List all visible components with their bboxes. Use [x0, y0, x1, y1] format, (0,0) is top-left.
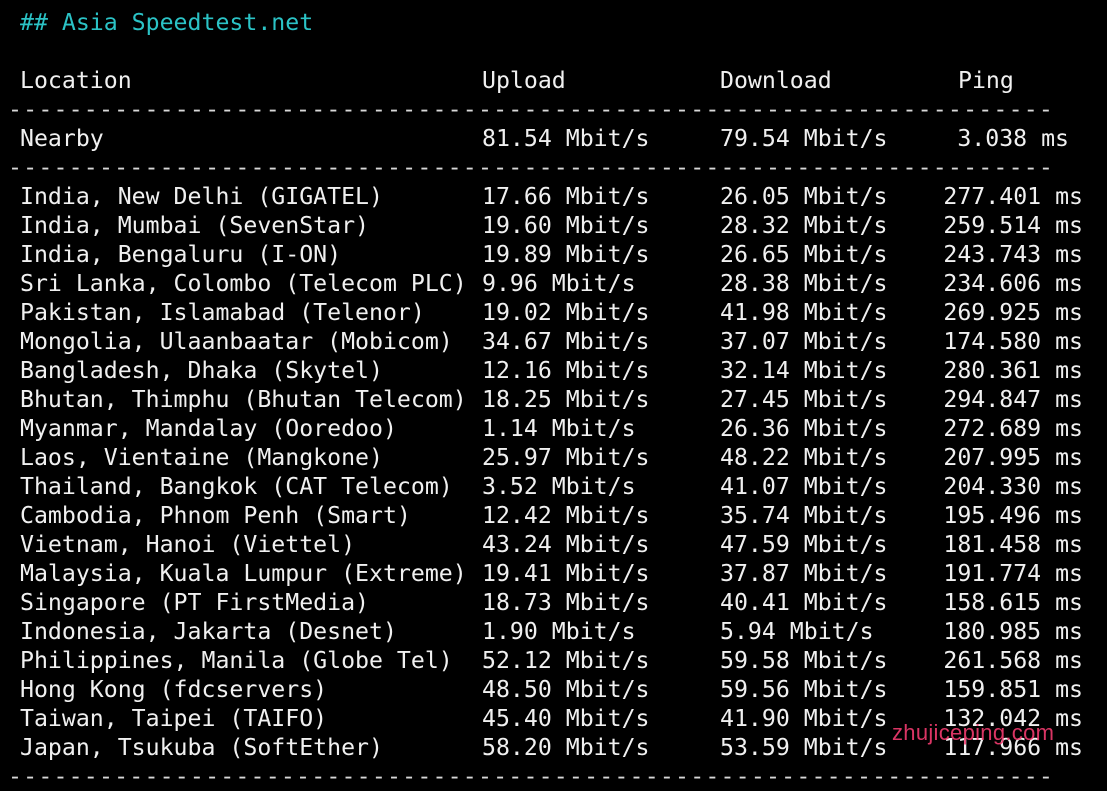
column-header-upload: Upload [482, 67, 566, 94]
row-download: 26.05 Mbit/s [720, 183, 888, 210]
row-upload: 18.73 Mbit/s [482, 589, 650, 616]
row-upload: 45.40 Mbit/s [482, 705, 650, 732]
row-download: 53.59 Mbit/s [720, 734, 888, 761]
separator-top: ----------------------------------------… [8, 96, 1058, 123]
row-location: Myanmar, Mandalay (Ooredoo) [20, 415, 397, 442]
row-download: 26.65 Mbit/s [720, 241, 888, 268]
row-upload: 58.20 Mbit/s [482, 734, 650, 761]
row-ping: 174.580 ms [943, 328, 1083, 355]
row-location: Thailand, Bangkok (CAT Telecom) [20, 473, 453, 500]
row-download: 37.07 Mbit/s [720, 328, 888, 355]
row-ping: 159.851 ms [943, 676, 1083, 703]
row-location: Pakistan, Islamabad (Telenor) [20, 299, 425, 326]
row-download: 41.98 Mbit/s [720, 299, 888, 326]
row-upload: 18.25 Mbit/s [482, 386, 650, 413]
row-location: Hong Kong (fdcservers) [20, 676, 328, 703]
row-location: Laos, Vientaine (Mangkone) [20, 444, 383, 471]
row-upload: 52.12 Mbit/s [482, 647, 650, 674]
row-upload: 12.16 Mbit/s [482, 357, 650, 384]
row-upload: 43.24 Mbit/s [482, 531, 650, 558]
row-upload: 25.97 Mbit/s [482, 444, 650, 471]
row-download: 5.94 Mbit/s [720, 618, 874, 645]
row-ping: 195.496 ms [943, 502, 1083, 529]
row-location: Malaysia, Kuala Lumpur (Extreme) [20, 560, 467, 587]
row-upload: 3.52 Mbit/s [482, 473, 636, 500]
terminal-window: ## Asia Speedtest.net Location Upload Do… [0, 0, 1107, 790]
row-location: Philippines, Manila (Globe Tel) [20, 647, 453, 674]
row-location: Singapore (PT FirstMedia) [20, 589, 370, 616]
column-header-download: Download [720, 67, 832, 94]
column-header-ping: Ping [958, 67, 1014, 94]
row-location: Bhutan, Thimphu (Bhutan Telecom) [20, 386, 467, 413]
row-upload: 19.41 Mbit/s [482, 560, 650, 587]
row-download: 35.74 Mbit/s [720, 502, 888, 529]
row-location: India, Bengaluru (I-ON) [20, 241, 342, 268]
nearby-ping: 3.038 ms [957, 125, 1069, 152]
row-location: India, Mumbai (SevenStar) [20, 212, 370, 239]
row-ping: 277.401 ms [943, 183, 1083, 210]
row-ping: 180.985 ms [943, 618, 1083, 645]
row-download: 26.36 Mbit/s [720, 415, 888, 442]
row-ping: 158.615 ms [943, 589, 1083, 616]
row-download: 47.59 Mbit/s [720, 531, 888, 558]
row-download: 59.58 Mbit/s [720, 647, 888, 674]
row-upload: 34.67 Mbit/s [482, 328, 650, 355]
row-download: 32.14 Mbit/s [720, 357, 888, 384]
row-download: 41.07 Mbit/s [720, 473, 888, 500]
row-ping: 294.847 ms [943, 386, 1083, 413]
row-ping: 269.925 ms [943, 299, 1083, 326]
nearby-location: Nearby [20, 125, 104, 152]
column-header-row: Location Upload Download Ping [20, 66, 1014, 95]
row-location: Vietnam, Hanoi (Viettel) [20, 531, 356, 558]
row-location: Sri Lanka, Colombo (Telecom PLC) [20, 270, 467, 297]
row-download: 59.56 Mbit/s [720, 676, 888, 703]
row-ping: 259.514 ms [943, 212, 1083, 239]
nearby-row: Nearby 81.54 Mbit/s 79.54 Mbit/s 3.038 m… [20, 124, 1069, 153]
row-location: Indonesia, Jakarta (Desnet) [20, 618, 397, 645]
row-upload: 19.02 Mbit/s [482, 299, 650, 326]
row-location: Mongolia, Ulaanbaatar (Mobicom) [20, 328, 453, 355]
row-upload: 1.90 Mbit/s [482, 618, 636, 645]
row-download: 37.87 Mbit/s [720, 560, 888, 587]
row-ping: 204.330 ms [943, 473, 1083, 500]
row-location: Cambodia, Phnom Penh (Smart) [20, 502, 411, 529]
row-upload: 1.14 Mbit/s [482, 415, 636, 442]
row-download: 40.41 Mbit/s [720, 589, 888, 616]
row-ping: 207.995 ms [943, 444, 1083, 471]
row-upload: 9.96 Mbit/s [482, 270, 636, 297]
separator-middle: ----------------------------------------… [8, 154, 1058, 181]
row-ping: 234.606 ms [943, 270, 1083, 297]
row-ping: 280.361 ms [943, 357, 1083, 384]
row-download: 48.22 Mbit/s [720, 444, 888, 471]
row-upload: 19.60 Mbit/s [482, 212, 650, 239]
row-ping: 181.458 ms [943, 531, 1083, 558]
row-location: India, New Delhi (GIGATEL) [20, 183, 383, 210]
row-upload: 19.89 Mbit/s [482, 241, 650, 268]
row-ping: 243.743 ms [943, 241, 1083, 268]
row-upload: 17.66 Mbit/s [482, 183, 650, 210]
row-download: 41.90 Mbit/s [720, 705, 888, 732]
row-ping: 191.774 ms [943, 560, 1083, 587]
column-header-location: Location [20, 67, 132, 94]
row-ping: 261.568 ms [943, 647, 1083, 674]
row-download: 27.45 Mbit/s [720, 386, 888, 413]
row-location: Bangladesh, Dhaka (Skytel) [20, 357, 383, 384]
row-ping: 272.689 ms [943, 415, 1083, 442]
row-download: 28.38 Mbit/s [720, 270, 888, 297]
watermark: zhujiceping.com [892, 720, 1055, 745]
row-upload: 12.42 Mbit/s [482, 502, 650, 529]
section-heading: ## Asia Speedtest.net [20, 9, 314, 36]
nearby-upload: 81.54 Mbit/s [482, 125, 650, 152]
nearby-download: 79.54 Mbit/s [720, 125, 888, 152]
row-download: 28.32 Mbit/s [720, 212, 888, 239]
row-location: Taiwan, Taipei (TAIFO) [20, 705, 328, 732]
separator-bottom: ----------------------------------------… [8, 763, 1058, 790]
row-location: Japan, Tsukuba (SoftEther) [20, 734, 383, 761]
row-upload: 48.50 Mbit/s [482, 676, 650, 703]
